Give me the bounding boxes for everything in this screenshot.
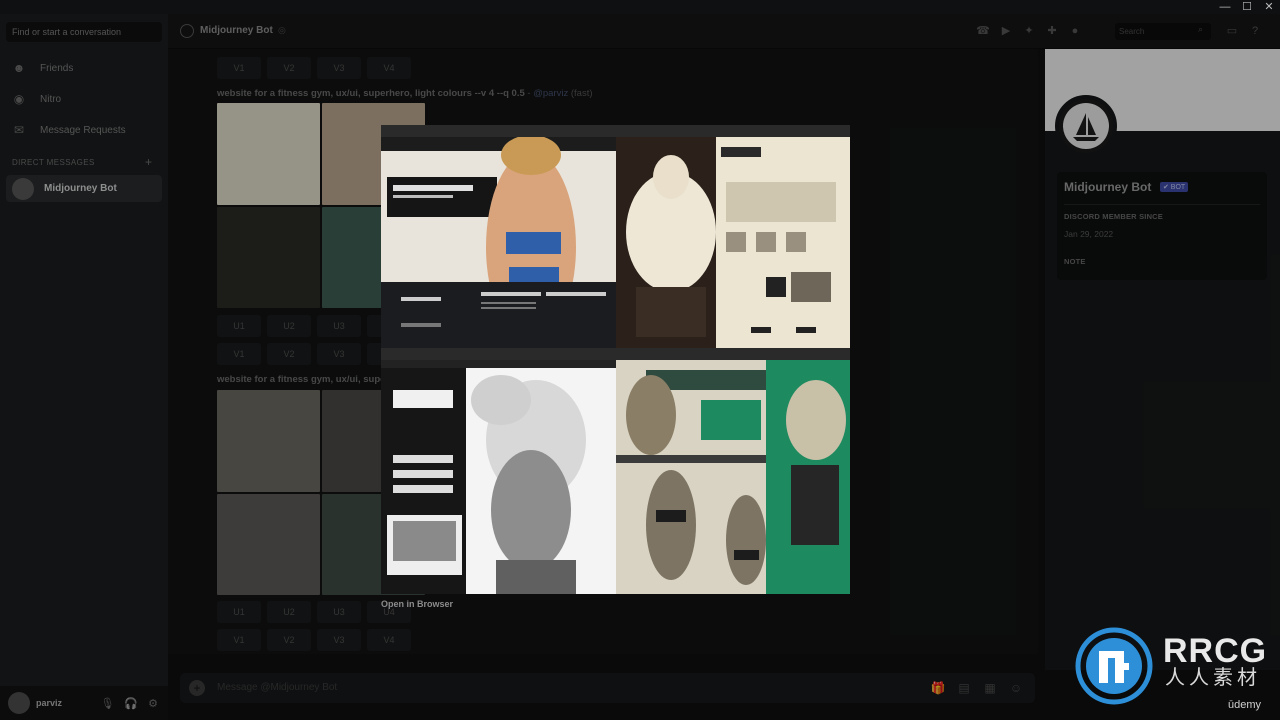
minimize-icon[interactable]: — xyxy=(1214,0,1236,14)
dm-item-midjourney-bot[interactable]: Midjourney Bot xyxy=(6,175,162,202)
modal-image-quadrant-2[interactable] xyxy=(616,137,850,348)
sidebar-item-friends[interactable]: ☻ Friends xyxy=(12,57,162,79)
message-requests-icon: ✉ xyxy=(13,123,25,137)
direct-messages-header: DIRECT MESSAGES xyxy=(12,158,95,167)
settings-gear-icon[interactable]: ⚙ xyxy=(148,697,158,710)
nitro-icon: ◉ xyxy=(13,92,25,106)
create-dm-button[interactable]: + xyxy=(145,155,152,169)
dm-item-label: Midjourney Bot xyxy=(44,183,117,194)
find-conversation-input[interactable]: Find or start a conversation xyxy=(6,22,162,42)
modal-image-quadrant-4[interactable] xyxy=(616,360,850,594)
sidebar-item-label: Friends xyxy=(40,62,74,74)
avatar xyxy=(12,177,34,200)
open-in-browser-link[interactable]: Open in Browser xyxy=(381,599,453,609)
avatar[interactable] xyxy=(8,692,30,714)
username: parviz xyxy=(36,698,63,708)
microphone-icon[interactable]: 🎙 xyxy=(100,697,114,710)
modal-image-quadrant-3[interactable] xyxy=(381,360,616,594)
friends-icon: ☻ xyxy=(12,61,26,75)
sidebar-item-label: Message Requests xyxy=(40,124,126,136)
sidebar-item-message-requests[interactable]: ✉ Message Requests xyxy=(12,119,162,141)
udemy-logo: ūdemy xyxy=(1228,699,1262,711)
user-panel: parviz 🎙 🎧 ⚙ xyxy=(0,686,168,720)
rrcg-logo-icon xyxy=(1075,627,1153,705)
modal-image-quadrant-1[interactable] xyxy=(381,137,616,348)
watermark-subtitle: 人人素材 xyxy=(1165,667,1261,689)
sidebar-item-nitro[interactable]: ◉ Nitro xyxy=(12,88,162,110)
maximize-icon[interactable]: ☐ xyxy=(1236,0,1258,14)
headphones-icon[interactable]: 🎧 xyxy=(124,697,138,710)
sidebar-item-label: Nitro xyxy=(40,93,62,105)
close-icon[interactable]: ✕ xyxy=(1258,0,1280,14)
watermark-title: RRCG xyxy=(1163,632,1268,670)
window-controls: — ☐ ✕ xyxy=(1214,0,1280,14)
